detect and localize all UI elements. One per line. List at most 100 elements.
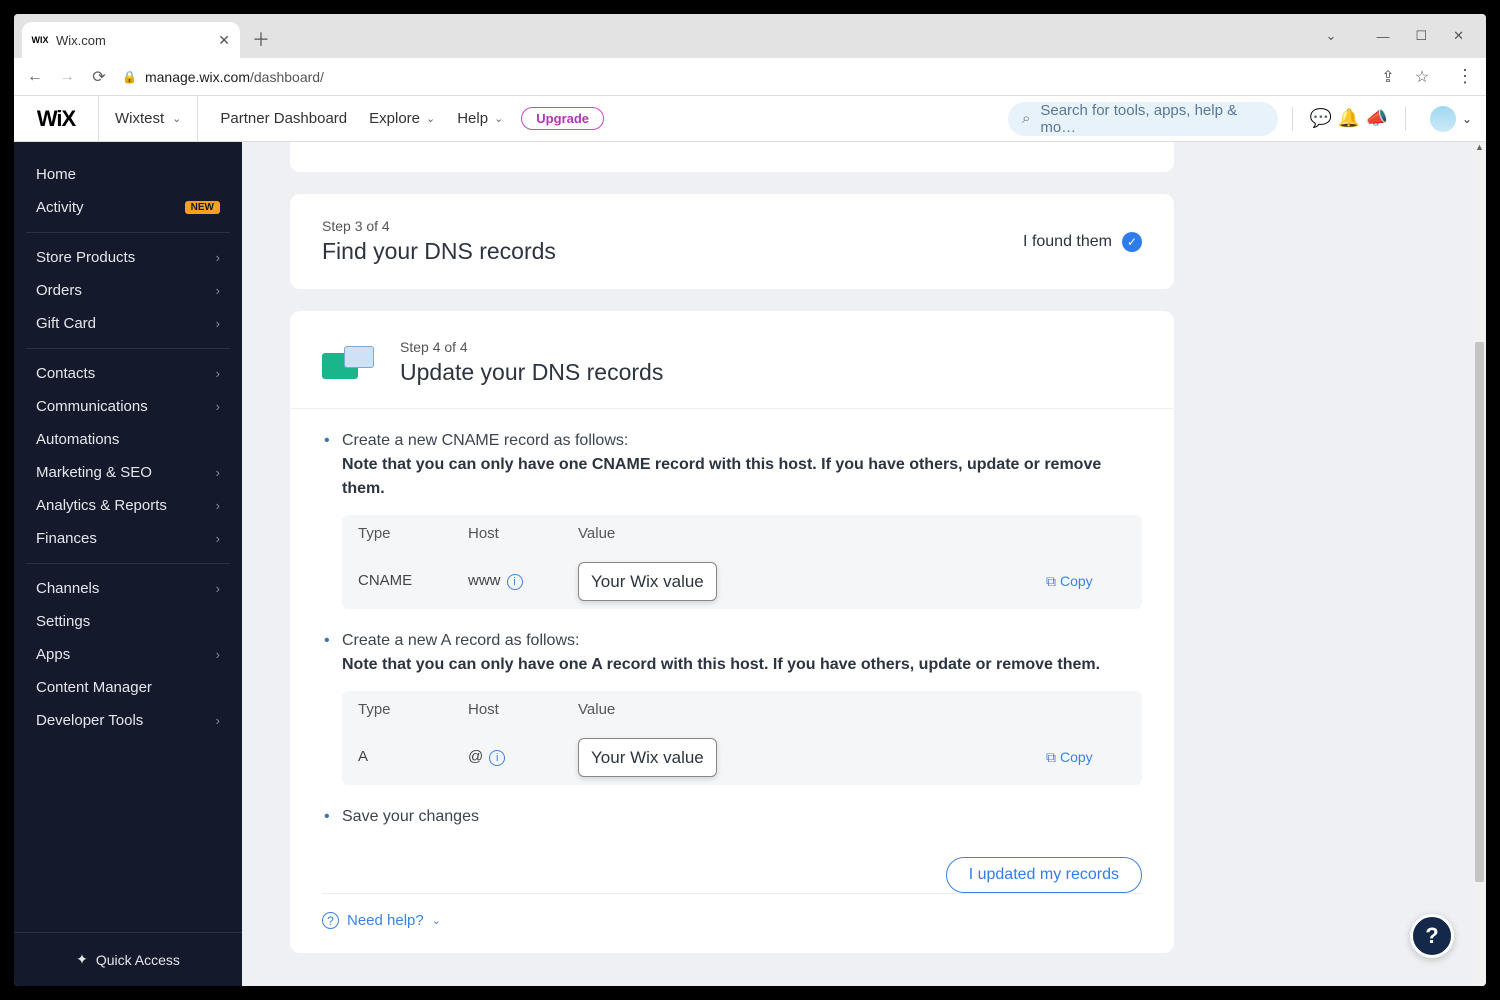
- chevron-right-icon: ›: [216, 581, 220, 596]
- chevron-right-icon: ›: [216, 283, 220, 298]
- a-type: A: [358, 746, 468, 769]
- reload-icon[interactable]: ⟳: [90, 67, 108, 87]
- avatar[interactable]: [1430, 106, 1456, 132]
- step-label: Step 4 of 4: [400, 339, 663, 355]
- instruction-cname: Create a new CNAME record as follows: No…: [322, 429, 1142, 609]
- new-tab-button[interactable]: ＋: [246, 24, 276, 54]
- scroll-up-icon[interactable]: ▲: [1474, 142, 1485, 156]
- nav-explore[interactable]: Explore⌄: [369, 110, 435, 127]
- window-close-icon[interactable]: ✕: [1453, 28, 1464, 44]
- chevron-down-icon[interactable]: ⌄: [1326, 28, 1337, 44]
- cname-value-box: Your Wix value: [578, 562, 717, 602]
- star-icon[interactable]: ☆: [1412, 67, 1432, 87]
- maximize-icon[interactable]: ☐: [1415, 28, 1427, 44]
- chevron-right-icon: ›: [216, 399, 220, 414]
- sidebar-item-developer-tools[interactable]: Developer Tools›: [26, 704, 230, 737]
- col-value: Value: [578, 523, 1046, 546]
- copy-button[interactable]: ⧉Copy: [1046, 571, 1126, 592]
- a-record-table: Type Host Value A @i Your Wix value: [342, 691, 1142, 785]
- new-badge: NEW: [185, 201, 220, 214]
- chevron-right-icon: ›: [216, 316, 220, 331]
- sidebar-item-apps[interactable]: Apps›: [26, 638, 230, 671]
- copy-icon: ⧉: [1046, 571, 1056, 592]
- search-placeholder: Search for tools, apps, help & mo…: [1040, 102, 1264, 136]
- chevron-right-icon: ›: [216, 647, 220, 662]
- sidebar-item-analytics[interactable]: Analytics & Reports›: [26, 489, 230, 522]
- nav-help[interactable]: Help⌄: [457, 110, 503, 127]
- chevron-down-icon: ⌄: [432, 914, 441, 927]
- wix-favicon-icon: WIX: [32, 32, 48, 48]
- chevron-down-icon[interactable]: ⌄: [1462, 112, 1472, 126]
- forward-icon[interactable]: →: [58, 68, 76, 86]
- a-host: @i: [468, 746, 578, 769]
- sidebar-item-automations[interactable]: Automations: [26, 423, 230, 456]
- browser-tabbar: WIX Wix.com ✕ ＋ ⌄ — ☐ ✕: [14, 14, 1486, 58]
- minimize-icon[interactable]: —: [1376, 29, 1389, 44]
- card-title: Find your DNS records: [322, 238, 556, 265]
- help-fab-button[interactable]: ?: [1410, 914, 1454, 958]
- sidebar-item-channels[interactable]: Channels›: [26, 572, 230, 605]
- cname-host: wwwi: [468, 570, 578, 593]
- found-label: I found them: [1023, 233, 1112, 251]
- wix-logo[interactable]: WiX: [14, 106, 98, 132]
- sidebar-item-settings[interactable]: Settings: [26, 605, 230, 638]
- sidebar-item-marketing[interactable]: Marketing & SEO›: [26, 456, 230, 489]
- search-input[interactable]: ⌕ Search for tools, apps, help & mo…: [1008, 102, 1278, 136]
- copy-button[interactable]: ⧉Copy: [1046, 747, 1126, 768]
- sidebar-item-home[interactable]: Home: [26, 158, 230, 191]
- check-circle-icon: ✓: [1122, 232, 1142, 252]
- sidebar-item-activity[interactable]: ActivityNEW: [26, 191, 230, 224]
- site-name: Wixtest: [115, 110, 164, 127]
- copy-icon: ⧉: [1046, 747, 1056, 768]
- browser-tab[interactable]: WIX Wix.com ✕: [22, 22, 240, 58]
- kebab-menu-icon[interactable]: ⋮: [1456, 66, 1474, 87]
- info-icon[interactable]: i: [489, 750, 505, 766]
- site-selector[interactable]: Wixtest ⌄: [98, 96, 198, 142]
- sidebar-item-orders[interactable]: Orders›: [26, 274, 230, 307]
- cname-type: CNAME: [358, 570, 468, 593]
- sidebar-item-contacts[interactable]: Contacts›: [26, 357, 230, 390]
- chevron-right-icon: ›: [216, 250, 220, 265]
- col-host: Host: [468, 699, 578, 722]
- info-icon[interactable]: i: [507, 574, 523, 590]
- megaphone-icon[interactable]: 📣: [1363, 108, 1391, 129]
- back-icon[interactable]: ←: [26, 68, 44, 86]
- col-type: Type: [358, 699, 468, 722]
- share-icon[interactable]: ⇪: [1378, 67, 1398, 87]
- sidebar-item-store-products[interactable]: Store Products›: [26, 241, 230, 274]
- search-icon: ⌕: [1022, 110, 1030, 127]
- wix-top-bar: WiX Wixtest ⌄ Partner Dashboard Explore⌄…: [14, 96, 1486, 142]
- close-icon[interactable]: ✕: [218, 32, 230, 49]
- updated-records-button[interactable]: I updated my records: [946, 857, 1142, 893]
- card-step3[interactable]: Step 3 of 4 Find your DNS records I foun…: [290, 194, 1174, 289]
- scroll-thumb[interactable]: [1475, 342, 1484, 882]
- scrollbar[interactable]: ▲: [1474, 142, 1485, 986]
- col-value: Value: [578, 699, 1046, 722]
- main-content: Step 3 of 4 Find your DNS records I foun…: [242, 142, 1486, 986]
- question-circle-icon: ?: [322, 912, 339, 929]
- divider: [1292, 107, 1293, 131]
- dns-icon: [322, 339, 376, 379]
- sidebar-item-communications[interactable]: Communications›: [26, 390, 230, 423]
- instruction-a: Create a new A record as follows: Note t…: [322, 629, 1142, 785]
- sidebar-item-finances[interactable]: Finances›: [26, 522, 230, 555]
- chevron-right-icon: ›: [216, 498, 220, 513]
- nav-partner-dashboard[interactable]: Partner Dashboard: [220, 110, 347, 127]
- card-step2-peek: [290, 142, 1174, 172]
- address-bar: ← → ⟳ 🔒 manage.wix.com/dashboard/ ⇪ ☆ ⋮: [14, 58, 1486, 96]
- upgrade-button[interactable]: Upgrade: [521, 107, 604, 130]
- bell-icon[interactable]: 🔔: [1335, 108, 1363, 129]
- col-host: Host: [468, 523, 578, 546]
- sidebar-item-gift-card[interactable]: Gift Card›: [26, 307, 230, 340]
- url-display[interactable]: 🔒 manage.wix.com/dashboard/: [122, 69, 324, 85]
- sidebar-item-content-manager[interactable]: Content Manager: [26, 671, 230, 704]
- a-value-box: Your Wix value: [578, 738, 717, 778]
- chevron-right-icon: ›: [216, 713, 220, 728]
- chevron-down-icon: ⌄: [172, 112, 181, 125]
- quick-access-button[interactable]: ✦ Quick Access: [14, 932, 242, 986]
- need-help-link[interactable]: ? Need help? ⌄: [322, 893, 1142, 929]
- sidebar: Home ActivityNEW Store Products› Orders›…: [14, 142, 242, 986]
- instruction-save: Save your changes: [322, 805, 1142, 829]
- chat-icon[interactable]: 💬: [1307, 108, 1335, 129]
- chevron-right-icon: ›: [216, 366, 220, 381]
